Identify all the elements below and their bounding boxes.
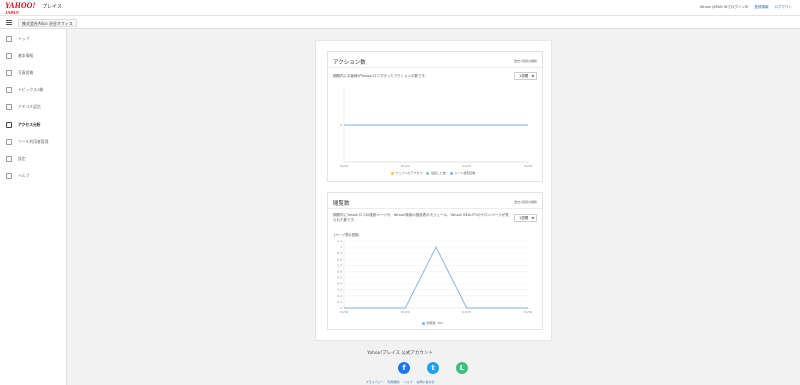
- y-tick-label: 0.9: [337, 251, 342, 255]
- legend-label: 閲覧数（PC）: [426, 321, 446, 325]
- legend-item[interactable]: 閲覧数（PC）: [422, 321, 445, 325]
- sub-bar: 株式会社Alico 渋谷オフィス: [0, 15, 800, 29]
- sidebar-item-label: 基本情報: [18, 52, 34, 58]
- legend-label: ウェブへのアクセス: [395, 171, 423, 175]
- facebook-icon[interactable]: f: [398, 362, 410, 374]
- legend-swatch: [422, 321, 425, 325]
- edit-icon: [6, 86, 12, 93]
- sidebar-item-label: クチコミ返信: [18, 103, 41, 109]
- sidebar-item-top[interactable]: トップ: [0, 32, 67, 45]
- sidebar-item-label: アクセス分析: [18, 121, 41, 127]
- home-icon: [6, 35, 12, 42]
- twitter-icon[interactable]: t: [427, 362, 439, 374]
- footer-title: Yahoo!プレイス 公式アカウント: [367, 351, 433, 356]
- y-axis-label: (ページ表示回数): [334, 232, 360, 237]
- legend-item[interactable]: ルート検索回数: [449, 171, 476, 175]
- sidebar-item-photos[interactable]: 写真投稿: [0, 66, 67, 79]
- sidebar-item-settings[interactable]: 設定: [0, 152, 67, 165]
- sidebar-item-label: ツール利用者管理: [18, 138, 49, 144]
- sidebar-item-label: トップ: [18, 35, 30, 41]
- analytics-panel: アクション数 過去1週間の推移 期間内にお客様がYahoo!ロコで行ったアクショ…: [315, 40, 552, 341]
- legend-label: 電話した数: [430, 171, 446, 175]
- action-count-chart: 0 01/16 01/20 01/25 01/30: [340, 88, 533, 168]
- footer-link-privacy[interactable]: プライバシー: [366, 380, 384, 384]
- footer-link-terms[interactable]: 利用規約: [387, 380, 399, 384]
- x-tick-label: 01/16: [340, 310, 349, 314]
- y-tick-label: 0.7: [337, 263, 342, 267]
- x-tick-label: 01/25: [462, 310, 471, 314]
- user-icon: [6, 138, 12, 145]
- line-icon[interactable]: L: [456, 362, 468, 374]
- y-tick-label: 0.5: [337, 276, 342, 280]
- logo-suffix: プレイス: [42, 4, 62, 10]
- help-icon: [6, 172, 12, 179]
- x-tick-label: 01/30: [524, 164, 533, 168]
- chart-icon: [6, 121, 12, 128]
- view-count-card: 閲覧数 過去1週間の推移 期間内にYahoo!ロコの施設ページや、Yahoo!検…: [327, 192, 543, 330]
- x-tick-label: 01/25: [462, 164, 471, 168]
- legend-item[interactable]: 電話した数: [426, 171, 446, 175]
- y-tick-label: 0.1: [337, 300, 342, 304]
- x-tick-label: 01/30: [524, 310, 533, 314]
- chart-legend: ウェブへのアクセス 電話した数 ルート検索回数: [391, 171, 475, 175]
- y-tick-label: 0: [340, 123, 342, 127]
- legend-item[interactable]: ウェブへのアクセス: [391, 171, 422, 175]
- sidebar-item-analytics[interactable]: アクセス分析: [0, 118, 67, 131]
- yahoo-logo[interactable]: YAHOO! JAPAN: [5, 2, 36, 16]
- y-tick-label: 0.6: [337, 269, 342, 273]
- legend-swatch: [426, 171, 430, 175]
- footer-link-contact[interactable]: お問い合わせ: [416, 380, 434, 384]
- user-status: Yahoo! JAPAN IDでログイン中: [699, 5, 749, 9]
- footer-link-help[interactable]: ヘルプ: [403, 380, 412, 384]
- sidebar-item-help[interactable]: ヘルプ: [0, 169, 67, 182]
- legend-swatch: [449, 171, 453, 175]
- x-tick-label: 01/20: [401, 164, 410, 168]
- y-tick-label: 0.4: [337, 282, 342, 286]
- view-count-chart: (ページ表示回数)00.10.20.30.40.50.60.70.80.911.…: [334, 232, 533, 314]
- top-bar: YAHOO! JAPAN プレイス Yahoo! JAPAN IDでログイン中 …: [0, 0, 800, 15]
- y-tick-label: 0.8: [337, 257, 342, 261]
- x-tick-label: 01/20: [401, 310, 410, 314]
- sidebar: トップ 基本情報 写真投稿 トピックス1稿 クチコミ返信 アクセス分析 ツール利…: [0, 29, 67, 385]
- sidebar-item-label: 設定: [18, 155, 26, 161]
- action-count-card: アクション数 過去1週間の推移 期間内にお客様がYahoo!ロコで行ったアクショ…: [327, 51, 543, 182]
- logout-link[interactable]: ログアウト: [775, 5, 793, 10]
- sidebar-item-topics[interactable]: トピックス1稿: [0, 83, 67, 96]
- y-tick-label: 1.1: [337, 239, 342, 243]
- document-icon: [6, 52, 12, 59]
- chart-legend: 閲覧数（PC）: [422, 321, 445, 325]
- header-user-area: Yahoo! JAPAN IDでログイン中 登録情報 ログアウト: [700, 5, 792, 10]
- legend-swatch: [391, 171, 394, 175]
- sidebar-item-basic-info[interactable]: 基本情報: [0, 49, 67, 62]
- sidebar-item-reviews[interactable]: クチコミ返信: [0, 100, 67, 113]
- chat-icon: [6, 103, 12, 110]
- sidebar-item-label: ヘルプ: [18, 172, 30, 178]
- gear-icon: [6, 155, 12, 162]
- photo-icon: [6, 69, 12, 76]
- y-tick-label: 1: [340, 245, 342, 249]
- profile-link[interactable]: 登録情報: [755, 5, 769, 10]
- legend-label: ルート検索回数: [454, 171, 476, 175]
- y-tick-label: 0.3: [337, 288, 342, 292]
- sidebar-item-label: トピックス1稿: [18, 86, 44, 92]
- shop-name-badge[interactable]: 株式会社Alico 渋谷オフィス: [18, 19, 77, 27]
- y-tick-label: 0.2: [337, 294, 342, 298]
- footer-links: プライバシー 利用規約 ヘルプ お問い合わせ: [0, 380, 800, 384]
- sidebar-item-label: 写真投稿: [18, 69, 34, 75]
- x-tick-label: 01/16: [340, 164, 349, 168]
- hamburger-menu-icon[interactable]: [6, 20, 12, 25]
- sidebar-item-users[interactable]: ツール利用者管理: [0, 135, 67, 148]
